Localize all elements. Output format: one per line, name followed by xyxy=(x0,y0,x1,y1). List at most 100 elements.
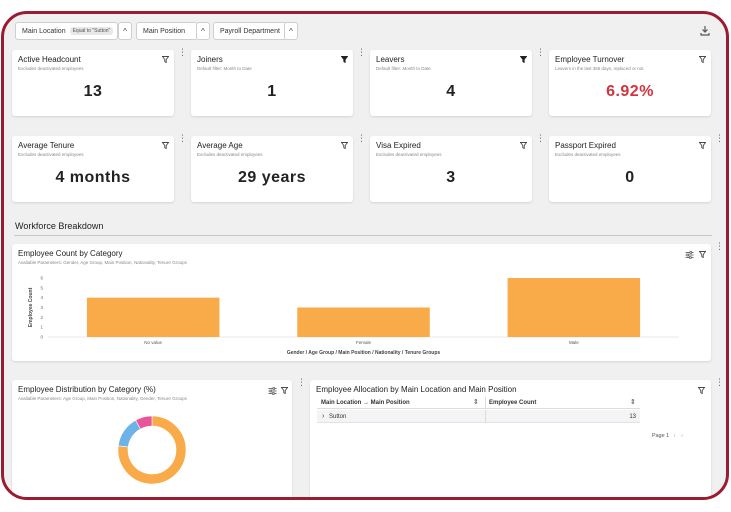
x-tick-label: No value xyxy=(144,340,162,345)
column-header-count[interactable]: Employee Count xyxy=(489,400,536,406)
filter-main-location-label: Main Location xyxy=(22,27,66,35)
more-options-icon[interactable]: ⋮ xyxy=(715,242,724,253)
filter-active-icon[interactable] xyxy=(341,56,348,63)
distribution-panel: Employee Distribution by Category (%) Av… xyxy=(12,380,292,497)
x-tick-label: Male xyxy=(569,340,579,345)
filter-icon[interactable] xyxy=(341,142,348,149)
prev-page-icon[interactable]: ‹ xyxy=(674,433,676,439)
filter-payroll-department[interactable]: Payroll Department xyxy=(213,22,287,40)
kpi-title: Visa Expired xyxy=(376,141,421,150)
y-tick-label: 2 xyxy=(40,315,43,320)
section-title: Workforce Breakdown xyxy=(15,221,104,231)
kpi-value: 3 xyxy=(446,169,456,186)
column-divider xyxy=(485,410,486,423)
kpi-card-visa-expired: Visa Expired Excludes deactivated employ… xyxy=(370,136,532,202)
kpi-title: Average Tenure xyxy=(18,141,75,150)
filter-payroll-department-label: Payroll Department xyxy=(220,27,280,35)
y-tick-label: 6 xyxy=(40,276,43,281)
kpi-value: 6.92% xyxy=(606,83,654,100)
kpi-title: Active Headcount xyxy=(18,55,81,64)
y-tick-label: 5 xyxy=(40,285,43,290)
kpi-subtitle: Leavers in the last 365 days, replaced o… xyxy=(555,66,644,71)
page-label: Page 1 xyxy=(651,433,670,439)
kpi-title: Average Age xyxy=(197,141,243,150)
sort-icon[interactable]: ⇕ xyxy=(473,398,479,406)
panel-title: Employee Allocation by Main Location and… xyxy=(316,385,517,394)
more-options-icon[interactable]: ⋮ xyxy=(178,134,187,145)
kpi-card-active-headcount: Active Headcount Excludes deactivated em… xyxy=(12,50,174,116)
more-options-icon[interactable]: ⋮ xyxy=(297,378,306,389)
kpi-subtitle: Excludes deactivated employees xyxy=(18,152,84,157)
filter-icon[interactable] xyxy=(698,387,705,394)
donut-chart xyxy=(117,415,187,485)
bar[interactable] xyxy=(86,297,220,337)
kpi-value: 13 xyxy=(83,83,103,100)
kpi-subtitle: Excludes deactivated employees xyxy=(197,152,263,157)
column-divider xyxy=(485,397,486,409)
filter-main-location-tag: Equal to "Sutton" xyxy=(69,27,114,35)
kpi-title: Employee Turnover xyxy=(555,55,625,64)
more-options-icon[interactable]: ⋮ xyxy=(178,48,187,59)
pagination: Page 1 ‹ › xyxy=(652,433,683,439)
filter-icon[interactable] xyxy=(162,142,169,149)
y-tick-label: 3 xyxy=(40,305,43,310)
donut-slice[interactable] xyxy=(117,419,141,448)
kpi-title: Leavers xyxy=(376,55,405,64)
download-icon[interactable] xyxy=(700,25,710,36)
filter-main-position-chevron-icon[interactable]: ^ xyxy=(196,22,210,40)
y-axis-label: Employee Count xyxy=(28,287,34,327)
bar[interactable] xyxy=(297,307,430,338)
filter-main-position[interactable]: Main Position xyxy=(136,22,198,40)
expand-chevron-icon[interactable]: › xyxy=(322,413,324,420)
filter-icon[interactable] xyxy=(162,56,169,63)
filter-main-position-label: Main Position xyxy=(143,27,186,35)
more-options-icon[interactable]: ⋮ xyxy=(536,48,545,59)
sort-icon[interactable]: ⇕ xyxy=(630,398,636,406)
more-options-icon[interactable]: ⋮ xyxy=(536,134,545,145)
y-tick-label: 4 xyxy=(40,295,43,300)
kpi-card-employee-turnover: Employee Turnover Leavers in the last 36… xyxy=(549,50,711,116)
kpi-subtitle: Default filter: Month to Date xyxy=(376,66,431,71)
filter-main-location-chevron-icon[interactable]: ^ xyxy=(118,22,132,40)
filter-bar: Main Location Equal to "Sutton" ^ Main P… xyxy=(4,14,726,46)
kpi-subtitle: Excludes deactivated employees xyxy=(555,152,621,157)
more-options-icon[interactable]: ⋮ xyxy=(357,134,366,145)
column-header-location[interactable]: Main Location → Main Position xyxy=(321,400,410,406)
bar[interactable] xyxy=(507,278,641,337)
kpi-value: 4 months xyxy=(55,169,131,186)
more-options-icon[interactable]: ⋮ xyxy=(715,378,724,389)
more-options-icon[interactable]: ⋮ xyxy=(357,48,366,59)
filter-icon[interactable] xyxy=(699,56,706,63)
filter-active-icon[interactable] xyxy=(520,56,527,63)
panel-title: Employee Distribution by Category (%) xyxy=(18,385,156,394)
dashboard-frame: Main Location Equal to "Sutton" ^ Main P… xyxy=(1,11,729,500)
section-divider xyxy=(14,235,712,236)
kpi-card-passport-expired: Passport Expired Excludes deactivated em… xyxy=(549,136,711,202)
filter-icon[interactable] xyxy=(281,387,288,394)
filter-icon[interactable] xyxy=(699,142,706,149)
kpi-value: 4 xyxy=(446,83,456,100)
filter-icon[interactable] xyxy=(520,142,527,149)
kpi-title: Joiners xyxy=(197,55,223,64)
filter-payroll-department-chevron-icon[interactable]: ^ xyxy=(284,22,298,40)
y-tick-label: 0 xyxy=(40,335,43,340)
panel-subtitle: Available Parameters: Age Group, Main Po… xyxy=(18,396,187,401)
kpi-card-average-age: Average Age Excludes deactivated employe… xyxy=(191,136,353,202)
kpi-subtitle: Default filter: Month to Date xyxy=(197,66,252,71)
table-row[interactable]: › Sutton 13 xyxy=(317,410,640,423)
category-chart-panel: Employee Count by Category Available Par… xyxy=(12,244,711,361)
next-page-icon[interactable]: › xyxy=(681,433,683,439)
more-options-icon[interactable]: ⋮ xyxy=(715,134,724,145)
kpi-subtitle: Excludes deactivated employees xyxy=(376,152,442,157)
x-axis-label: Gender / Age Group / Main Position / Nat… xyxy=(287,350,441,356)
kpi-card-average-tenure: Average Tenure Excludes deactivated empl… xyxy=(12,136,174,202)
allocation-panel: Employee Allocation by Main Location and… xyxy=(310,380,711,497)
row-count: 13 xyxy=(629,413,636,420)
kpi-card-joiners: Joiners Default filter: Month to Date 1 xyxy=(191,50,353,116)
filter-main-location[interactable]: Main Location Equal to "Sutton" xyxy=(15,22,118,40)
kpi-value: 0 xyxy=(625,169,635,186)
settings-sliders-icon[interactable] xyxy=(268,387,277,395)
kpi-value: 1 xyxy=(267,83,277,100)
kpi-value: 29 years xyxy=(237,169,307,186)
row-label: Sutton xyxy=(329,413,347,420)
